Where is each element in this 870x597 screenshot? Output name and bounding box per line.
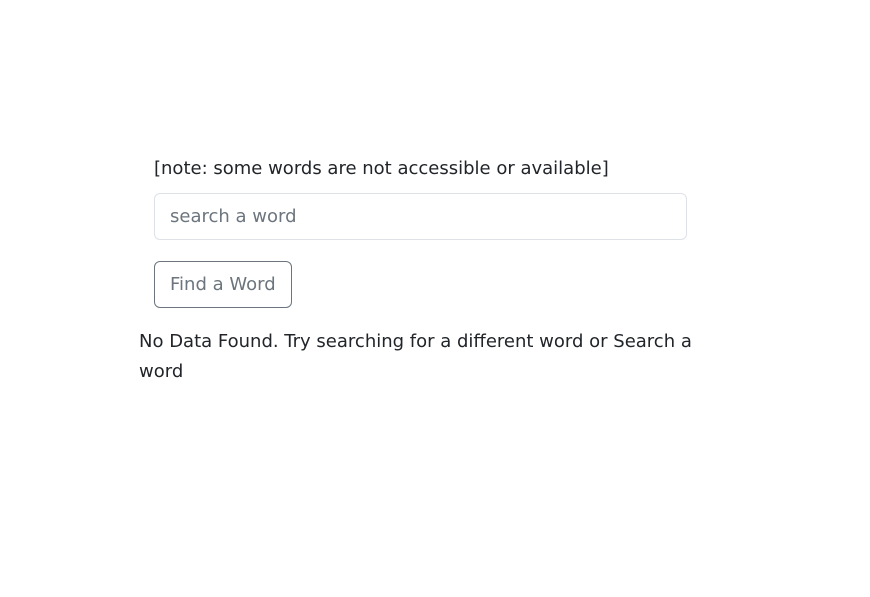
availability-note: [note: some words are not accessible or … (154, 158, 609, 179)
search-input[interactable] (154, 193, 687, 240)
no-data-message: No Data Found. Try searching for a diffe… (139, 331, 692, 382)
find-word-button[interactable]: Find a Word (154, 261, 292, 308)
search-panel: [note: some words are not accessible or … (154, 155, 687, 308)
